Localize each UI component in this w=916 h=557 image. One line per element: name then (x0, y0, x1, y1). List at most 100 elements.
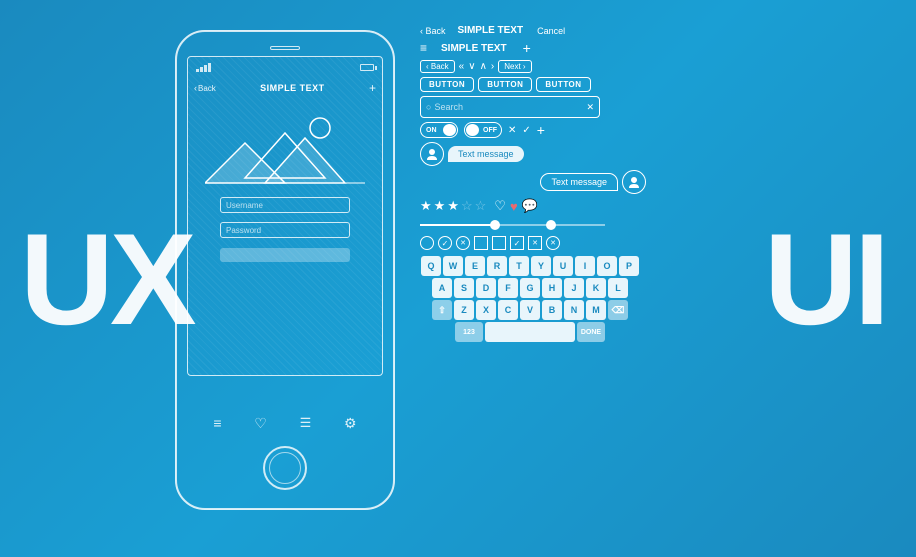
phone-add-button[interactable]: + (369, 81, 376, 95)
radio-checked[interactable] (438, 236, 452, 250)
avatar-received (420, 142, 444, 166)
star-rating[interactable]: ★ ★ ★ ☆ ☆ (420, 198, 486, 214)
chat-sent-row: Text message (420, 170, 650, 194)
password-field[interactable]: Password (220, 222, 350, 238)
key-a[interactable]: A (432, 278, 452, 298)
toggle-off[interactable]: OFF (464, 122, 502, 138)
button-1[interactable]: BUTTON (420, 77, 474, 92)
key-k[interactable]: K (586, 278, 606, 298)
navigation-row: ‹ Back « ∨ ∧ › Next › (420, 60, 650, 73)
phone-mockup: ‹ Back SIMPLE TEXT + (175, 30, 405, 520)
search-clear-icon[interactable]: ✕ (586, 102, 594, 113)
key-f[interactable]: F (498, 278, 518, 298)
key-o[interactable]: O (597, 256, 617, 276)
key-n[interactable]: N (564, 300, 584, 320)
key-y[interactable]: Y (531, 256, 551, 276)
key-shift[interactable]: ⇧ (432, 300, 452, 320)
slider-thumb-left[interactable] (490, 220, 500, 230)
times-icon: ✕ (508, 125, 516, 136)
key-t[interactable]: T (509, 256, 529, 276)
virtual-keyboard: Q W E R T Y U I O P A S D F G H J K L (420, 256, 640, 344)
star-5: ☆ (475, 198, 487, 214)
phone-hero-image (194, 102, 376, 192)
menu-title: SIMPLE TEXT (441, 43, 507, 54)
key-123[interactable]: 123 (455, 322, 483, 342)
nav-prev-icon[interactable]: « (459, 61, 465, 72)
key-r[interactable]: R (487, 256, 507, 276)
toggle-off-knob (466, 124, 479, 136)
nav-next-button[interactable]: Next › (498, 60, 531, 73)
radio-x[interactable] (456, 236, 470, 250)
slider-fill (420, 224, 494, 226)
nav-back-button[interactable]: ‹ Back (420, 60, 455, 73)
nav-settings-icon[interactable]: ⚙ (344, 415, 357, 432)
phone-navbar: ‹ Back SIMPLE TEXT + (194, 79, 376, 97)
slider-row (420, 218, 650, 232)
key-i[interactable]: I (575, 256, 595, 276)
key-backspace[interactable]: ⌫ (608, 300, 628, 320)
key-e[interactable]: E (465, 256, 485, 276)
key-x[interactable]: X (476, 300, 496, 320)
phone-back-button[interactable]: ‹ Back (194, 83, 216, 93)
key-s[interactable]: S (454, 278, 474, 298)
button-3[interactable]: BUTTON (536, 77, 590, 92)
search-icon: ○ (426, 102, 431, 112)
username-field[interactable]: Username (220, 197, 350, 213)
key-b[interactable]: B (542, 300, 562, 320)
key-v[interactable]: V (520, 300, 540, 320)
signal-icon (196, 63, 211, 72)
menu-bar: ≡ SIMPLE TEXT + (420, 40, 650, 56)
checkbox-empty-2[interactable] (492, 236, 506, 250)
slider-thumb-right[interactable] (546, 220, 556, 230)
key-p[interactable]: P (619, 256, 639, 276)
key-done[interactable]: DONE (577, 322, 605, 342)
checkbox-empty[interactable] (474, 236, 488, 250)
toggle-on[interactable]: ON (420, 122, 458, 138)
heart-filled-icon[interactable]: ♥ (510, 199, 518, 214)
keyboard-row-1: Q W E R T Y U I O P (420, 256, 640, 276)
button-2[interactable]: BUTTON (478, 77, 532, 92)
buttons-row: BUTTON BUTTON BUTTON (420, 77, 650, 92)
chat-bubble-received: Text message (448, 146, 524, 162)
speech-bubble-icon[interactable]: 💬 (522, 198, 538, 214)
radio-empty[interactable] (420, 236, 434, 250)
key-j[interactable]: J (564, 278, 584, 298)
plus-icon: + (537, 122, 545, 138)
keyboard-row-3: ⇧ Z X C V B N M ⌫ (420, 300, 640, 320)
key-m[interactable]: M (586, 300, 606, 320)
checkbox-row (420, 236, 650, 250)
ui-elements-panel: ‹ Back SIMPLE TEXT Cancel ≡ SIMPLE TEXT … (420, 25, 650, 344)
key-h[interactable]: H (542, 278, 562, 298)
range-slider[interactable] (420, 218, 605, 232)
star-3: ★ (447, 198, 459, 214)
slider-track (420, 224, 605, 226)
nav-list-icon[interactable]: ☰ (300, 415, 312, 432)
key-l[interactable]: L (608, 278, 628, 298)
heart-outline-icon[interactable]: ♡ (494, 198, 506, 214)
nav-heart-icon[interactable]: ♡ (254, 415, 267, 432)
checkbox-x[interactable] (528, 236, 542, 250)
star-4: ☆ (461, 198, 473, 214)
key-z[interactable]: Z (454, 300, 474, 320)
key-g[interactable]: G (520, 278, 540, 298)
nav-down-icon[interactable]: ∨ (468, 61, 475, 72)
checkbox-checked[interactable] (510, 236, 524, 250)
key-u[interactable]: U (553, 256, 573, 276)
circle-x[interactable] (546, 236, 560, 250)
nav-menu-icon[interactable]: ≡ (213, 415, 221, 432)
nav-up-icon[interactable]: ∧ (480, 61, 487, 72)
login-button[interactable] (220, 248, 350, 262)
search-bar[interactable]: ○ Search ✕ (420, 96, 600, 118)
main-container: UX UI ‹ Back (0, 0, 916, 557)
key-c[interactable]: C (498, 300, 518, 320)
key-q[interactable]: Q (421, 256, 441, 276)
key-w[interactable]: W (443, 256, 463, 276)
nav-forward-icon[interactable]: › (491, 61, 494, 72)
menu-icon[interactable]: ≡ (420, 41, 427, 55)
key-d[interactable]: D (476, 278, 496, 298)
phone-home-button[interactable] (263, 446, 307, 490)
key-space[interactable] (485, 322, 575, 342)
top-cancel-button[interactable]: Cancel (537, 26, 565, 36)
menu-add-button[interactable]: + (523, 40, 531, 56)
top-back-button[interactable]: ‹ Back (420, 26, 446, 36)
